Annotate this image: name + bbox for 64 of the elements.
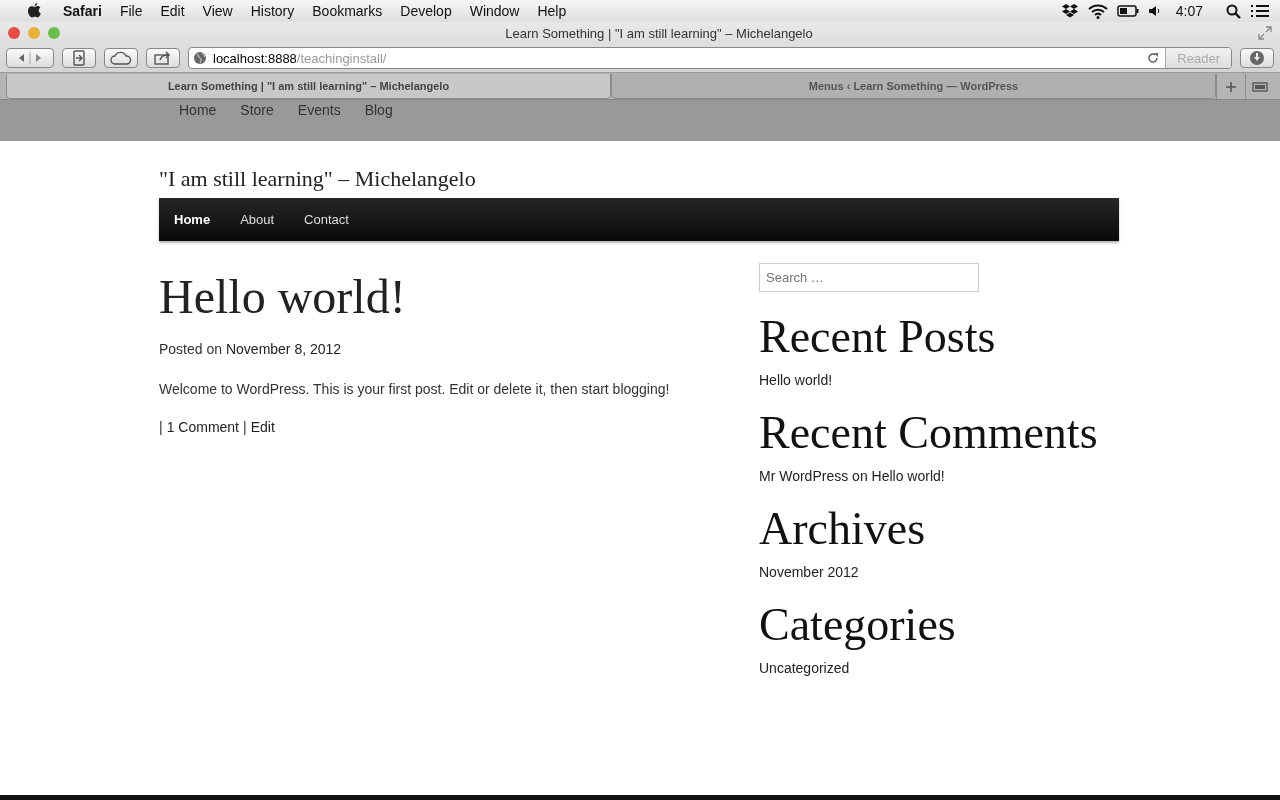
window-title: Learn Something | "I am still learning" – Michelangelo [504, 25, 814, 41]
post-date-link[interactable]: November 8, 2012 [225, 341, 342, 357]
widget-title: Recent Posts [759, 312, 997, 362]
apple-icon[interactable] [27, 2, 42, 20]
fullscreen-icon[interactable] [1258, 26, 1272, 40]
menubar-clock[interactable]: 4:07 [1175, 3, 1203, 19]
post-meta-label: Posted on [159, 341, 223, 357]
back-forward-button[interactable] [6, 48, 54, 68]
address-field[interactable]: localhost:8888/teachinginstall/ Reader [188, 47, 1232, 69]
close-button[interactable] [8, 27, 20, 39]
url-host-text: localhost:8888 [213, 50, 297, 66]
download-icon [1249, 50, 1265, 66]
menu-item[interactable]: Edit [160, 3, 185, 19]
menu-item[interactable]: Help [537, 3, 567, 19]
comment-post-link[interactable]: Hello world! [871, 468, 945, 484]
navigation-link[interactable]: Home [174, 212, 211, 227]
separator-text: | [159, 419, 163, 435]
menu-item[interactable]: Window [469, 3, 520, 19]
top-menu-link[interactable]: Store [240, 102, 274, 118]
widget-title: Recent Comments [759, 408, 1099, 458]
plus-icon [1226, 81, 1236, 92]
reading-list-button[interactable] [62, 48, 96, 68]
menu-item[interactable]: File [119, 3, 143, 19]
comment-author-link[interactable]: Mr WordPress [759, 468, 849, 484]
widget-link[interactable]: November 2012 [759, 564, 859, 580]
wifi-icon[interactable] [1087, 3, 1108, 19]
top-menu-link[interactable]: Blog [364, 102, 393, 118]
menu-item[interactable]: History [250, 3, 295, 19]
menu-item[interactable]: Bookmarks [312, 3, 383, 19]
comment-joiner-text: on [852, 468, 868, 484]
site-tagline: "I am still learning" – Michelangelo [159, 166, 477, 193]
battery-icon[interactable] [1116, 5, 1139, 17]
post-footer-link[interactable]: Edit [250, 419, 275, 435]
post-title[interactable]: Hello world! [159, 269, 759, 325]
dropbox-icon[interactable] [1060, 3, 1079, 19]
separator-text: | [243, 419, 247, 435]
widget-title: Archives [759, 504, 927, 554]
url-path-text: /teachinginstall/ [296, 50, 387, 66]
volume-icon[interactable] [1147, 5, 1162, 17]
reload-icon[interactable] [1147, 52, 1160, 64]
browser-tab[interactable]: Menus ‹ Learn Something — WordPress [611, 74, 1216, 99]
widget-title: Categories [759, 600, 957, 650]
navigation-link[interactable]: Contact [304, 212, 349, 227]
menu-item[interactable]: Develop [400, 3, 452, 19]
cloud-button[interactable] [104, 48, 138, 68]
post-footer-link[interactable]: 1 Comment [166, 419, 239, 435]
share-icon [154, 51, 172, 65]
widget-link[interactable]: Hello world! [759, 372, 833, 388]
cloud-icon [110, 51, 132, 65]
post-body: Welcome to WordPress. This is your first post. Edit or delete it, then start blogging! [159, 381, 671, 397]
menu-app-name[interactable]: Safari [63, 3, 102, 19]
top-menu-link[interactable]: Events [297, 102, 341, 118]
globe-icon [193, 51, 207, 65]
tabs-icon [1252, 81, 1268, 92]
share-button[interactable] [146, 48, 180, 68]
search-field[interactable]: Search … [759, 263, 979, 292]
search-icon[interactable] [1226, 3, 1241, 19]
navigation-link[interactable]: About [240, 212, 275, 227]
menu-item[interactable]: View [202, 3, 233, 19]
widget-link[interactable]: Uncategorized [759, 660, 850, 676]
list-icon[interactable] [1250, 4, 1270, 18]
downloads-button[interactable] [1240, 48, 1274, 68]
browser-tab[interactable]: Learn Something | "I am still learning" – Michelangelo [6, 74, 611, 99]
top-menu-link[interactable]: Home [179, 102, 217, 118]
